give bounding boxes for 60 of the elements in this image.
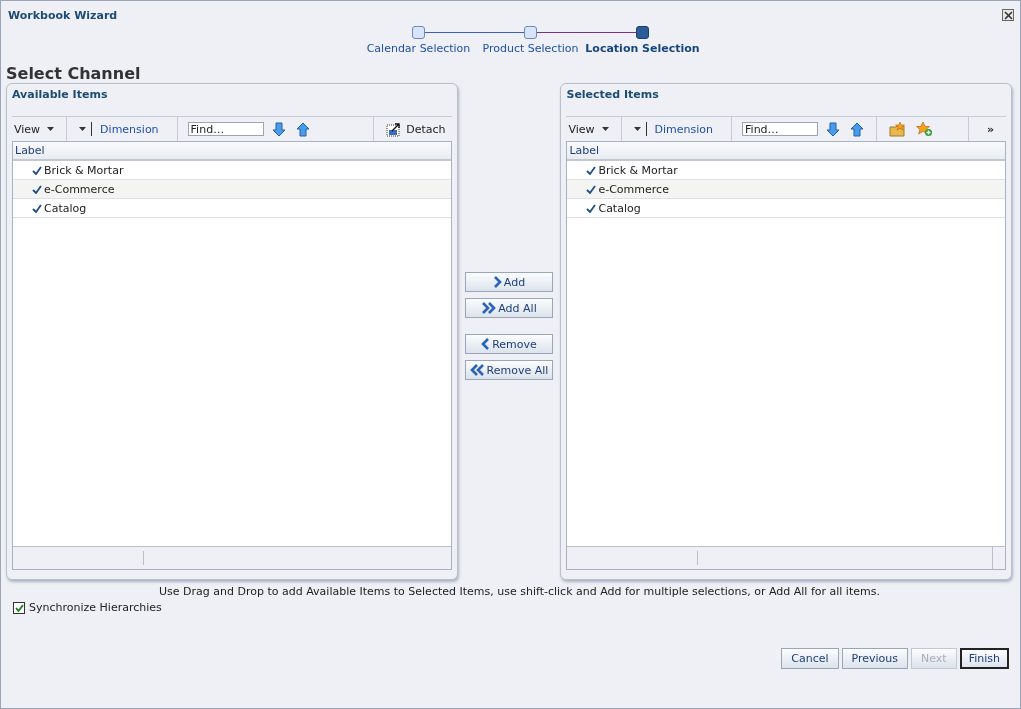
caret-icon	[601, 127, 609, 131]
shuttle-button[interactable]: Remove	[464, 334, 554, 354]
panel-title: Selected Items	[566, 87, 660, 103]
window-title: Workbook Wizard	[8, 8, 118, 22]
checkbox-label: Synchronize Hierarchies	[29, 601, 162, 614]
row-label: e-Commerce	[44, 182, 115, 196]
shuttle-button[interactable]: Remove All	[464, 360, 554, 380]
help-text: Use Drag and Drop to add Available Items to Selected Items, use shift-click and Add for multiple selections, or Add All for all items.	[158, 585, 881, 600]
step-marker[interactable]	[412, 26, 425, 39]
double-chevron-icon	[481, 301, 497, 315]
column-header[interactable]: Label	[13, 142, 451, 161]
dimension-link[interactable]: Dimension	[100, 122, 159, 136]
shuttle-button[interactable]: Add All	[464, 298, 554, 318]
step-link[interactable]: Location Selection	[585, 42, 700, 55]
shuttle-button[interactable]: Add	[464, 272, 554, 292]
row-label: Catalog	[598, 201, 641, 215]
overflow-button[interactable]: »	[978, 122, 1002, 136]
up-arrow-icon	[295, 121, 310, 137]
caret-icon	[47, 127, 55, 131]
footer-button[interactable]: Previous	[841, 648, 909, 669]
down-arrow-icon	[826, 121, 841, 137]
panel-title: Available Items	[12, 87, 109, 103]
up-arrow-icon	[850, 121, 865, 137]
step-link[interactable]: Product Selection	[482, 42, 579, 55]
detach-icon	[386, 121, 402, 137]
step-marker[interactable]	[524, 26, 537, 39]
row-label: Catalog	[44, 201, 87, 215]
list-row[interactable]: Catalog	[13, 199, 451, 218]
dimension-link[interactable]: Dimension	[654, 122, 714, 136]
row-label: Brick & Mortar	[44, 163, 124, 177]
star-plus-icon	[916, 121, 934, 137]
footer-button[interactable]: Cancel	[781, 648, 839, 669]
step-link[interactable]: Calendar Selection	[366, 42, 471, 55]
view-menu[interactable]: View	[566, 122, 611, 136]
checkbox[interactable]	[13, 601, 25, 614]
find-field[interactable]: Find…	[742, 122, 819, 136]
double-chevron-icon	[469, 363, 485, 377]
row-label: e-Commerce	[598, 182, 669, 196]
step-marker[interactable]	[636, 26, 649, 39]
dimension-dropdown[interactable]	[77, 122, 95, 136]
column-header[interactable]: Label	[567, 142, 1005, 161]
dimension-dropdown[interactable]	[631, 122, 649, 136]
caret-icon	[79, 127, 87, 131]
row-label: Brick & Mortar	[598, 163, 678, 177]
close-button[interactable]	[1002, 9, 1014, 21]
chevron-icon	[492, 275, 502, 289]
down-arrow-icon	[271, 121, 286, 137]
checkmark-icon	[14, 603, 24, 612]
list-row[interactable]: e-Commerce	[567, 180, 1005, 199]
folder-star-icon	[889, 121, 907, 137]
chevron-icon	[481, 337, 491, 351]
footer-button[interactable]: Finish	[959, 648, 1009, 669]
detach-button[interactable]: Detach	[384, 121, 448, 137]
close-icon	[1003, 10, 1013, 20]
caret-icon	[633, 127, 641, 131]
list-row[interactable]: Catalog	[567, 199, 1005, 218]
view-menu[interactable]: View	[12, 122, 57, 136]
list-row[interactable]: e-Commerce	[13, 180, 451, 199]
page-heading: Select Channel	[6, 65, 142, 83]
find-field[interactable]: Find…	[187, 122, 264, 136]
